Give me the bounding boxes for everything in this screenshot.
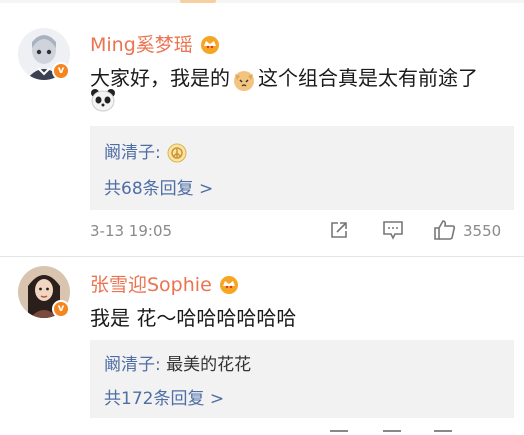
action-row-partial <box>330 430 500 435</box>
username[interactable]: 张雪迎Sophie <box>90 270 240 297</box>
avatar[interactable]: v <box>18 266 70 318</box>
comment-text: 大家好，我是的 这个组合真是太有前途了 <box>90 66 478 91</box>
comment-icon[interactable] <box>382 220 404 240</box>
like-icon[interactable] <box>434 430 452 432</box>
crown-icon <box>219 275 238 294</box>
reply-username[interactable]: 阚清子: <box>104 143 161 163</box>
share-icon[interactable] <box>329 220 349 240</box>
peace-emoji <box>167 143 187 163</box>
panda-emoji <box>91 89 115 112</box>
reply-username[interactable]: 阚清子: <box>104 355 161 375</box>
like-icon[interactable] <box>433 219 457 241</box>
share-icon[interactable] <box>330 430 348 432</box>
username[interactable]: Ming奚梦瑶 <box>90 30 221 57</box>
reply-preview-box[interactable]: 阚清子: 最美的花花 共172条回复 > <box>90 340 514 418</box>
more-replies-link[interactable]: 共68条回复 > <box>104 174 213 199</box>
reply-preview-box[interactable]: 阚清子: 共68条回复 > <box>90 126 514 210</box>
crown-icon <box>200 35 219 54</box>
reply-line: 阚清子: 最美的花花 <box>104 355 252 375</box>
verified-icon: v <box>52 300 70 318</box>
comment-text: 我是 花～哈哈哈哈哈哈 <box>90 306 297 330</box>
verified-icon: v <box>52 62 70 80</box>
avatar[interactable]: v <box>18 28 70 80</box>
cat-emoji <box>234 70 254 91</box>
top-divider-strip <box>0 0 524 3</box>
tab-indicator <box>180 0 216 3</box>
timestamp: 3-13 19:05 <box>90 222 173 240</box>
like-count: 3550 <box>463 222 502 240</box>
reply-line: 阚清子: <box>104 138 188 164</box>
comment-icon[interactable] <box>383 430 401 432</box>
more-replies-link[interactable]: 共172条回复 > <box>104 384 224 409</box>
comment-divider <box>0 256 524 257</box>
